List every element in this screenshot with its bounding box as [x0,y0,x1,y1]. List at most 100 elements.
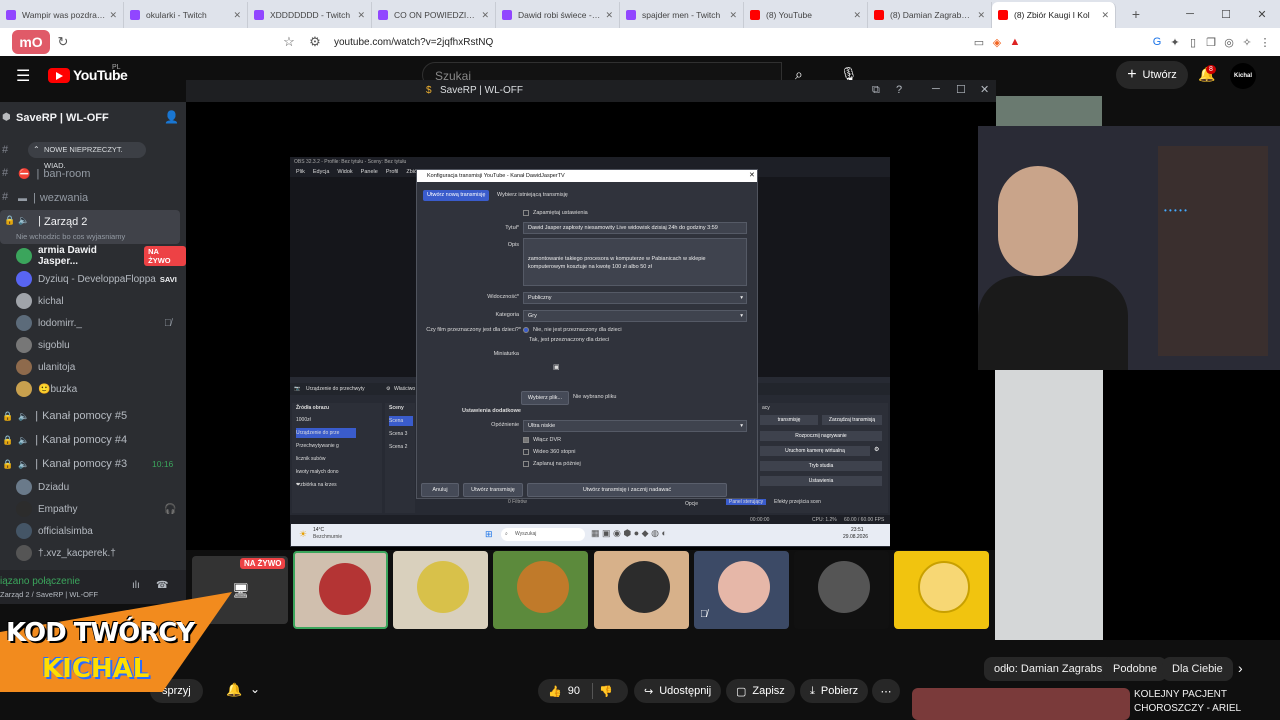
menu-icon[interactable]: ⋮ [1256,36,1274,49]
voice-user[interactable]: Dziadu [0,476,186,498]
bell-icon[interactable]: 🔔 [226,682,242,698]
channel-wezwania[interactable]: ▬ | wezwania [0,187,186,209]
browser-tab[interactable]: (8) YouTube ✕ [744,2,868,28]
cast-icon[interactable]: ▭ [970,36,988,49]
dock-tab[interactable]: Efekty przejścia scen [774,499,821,505]
invite-icon[interactable]: 👤 [164,110,179,124]
site-info-icon[interactable]: ⚙ [302,34,328,50]
screen-share-icon[interactable]: ⧉ [872,84,880,97]
brave-shield-icon[interactable]: ◈ [988,36,1006,49]
voice-channel[interactable]: 🔒 🔈 | Kanał pomocy #3 10:16 [0,453,186,475]
translate-icon[interactable]: G [1148,36,1166,48]
scene-item[interactable]: Scena [389,416,413,426]
chevron-down-icon[interactable]: ⌄ [250,682,260,696]
minimize-icon[interactable]: ─ [1172,8,1208,20]
kids-no-radio[interactable]: Nie, nie jest przeznaczony dla dzieci [523,327,622,333]
save-button[interactable]: ▢ Zapisz [726,679,795,703]
chevron-right-icon[interactable]: › [1238,660,1243,676]
voice-user[interactable]: armia Dawid Jasper... NA ŻYWO [0,245,186,267]
close-icon[interactable]: ✕ [853,10,861,21]
visibility-select[interactable]: Publiczny ▾ [523,292,747,304]
windows-start-icon[interactable]: ⊞ [485,529,493,540]
leo-icon[interactable]: ✧ [1238,36,1256,49]
share-button[interactable]: ↪ Udostępnij [634,679,722,703]
related-title[interactable]: CHOROSZCZY - ARIEL [1134,703,1241,714]
menu-item[interactable]: Edycja [313,167,330,177]
menu-item[interactable]: Profil [386,167,399,177]
thumbs-down-icon[interactable]: 👎 [599,685,613,698]
youtube-logo-icon[interactable] [48,68,70,83]
browser-tab-active[interactable]: (8) Zbiór Kaugi I Kol ✕ [992,2,1116,28]
description-input[interactable]: zamontowanie takiego procesora w kompute… [523,238,747,286]
like-button[interactable]: 👍 90 👎 [538,679,628,703]
voice-channel[interactable]: 🔒 🔈 | Kanał pomocy #4 [0,429,186,451]
close-icon[interactable]: ✕ [605,10,613,21]
video-360-checkbox[interactable]: Wideo 360 stopni [523,449,576,455]
record-button[interactable]: Rozpocznij nagrywanie [760,431,882,441]
download-button[interactable]: ⤓ Pobierz [800,679,869,703]
participant-tile[interactable] [293,551,388,629]
gear-icon[interactable]: ⚙ [874,446,879,453]
close-window-icon[interactable]: ✕ [1244,8,1280,21]
browser-tab[interactable]: Dawid robi świece - Twit ✕ [496,2,620,28]
create-and-start-button[interactable]: Utwórz transmisję i zacznij nadawać [527,483,727,497]
menu-item[interactable]: Plik [296,167,305,177]
studio-mode-button[interactable]: Tryb studia [760,461,882,471]
voice-user[interactable]: kichal [0,290,186,312]
title-input[interactable]: Dawid Jasper zapłosty niesamowity Live w… [523,222,747,234]
virtual-camera-button[interactable]: Uruchom kamerę wirtualną [760,446,870,456]
bookmark-icon[interactable]: ☆ [276,34,302,50]
close-icon[interactable]: ✕ [481,10,489,21]
tab-new-stream[interactable]: Utwórz nową transmisję [423,190,490,201]
voice-channel[interactable]: 🔒 🔈 | Kanał pomocy #5 [0,405,186,427]
voice-user[interactable]: ulanitoja [0,356,186,378]
close-icon[interactable]: ✕ [977,10,985,21]
voice-user[interactable]: sigoblu [0,334,186,356]
participant-tile[interactable] [594,551,689,629]
help-icon[interactable]: ? [896,84,902,96]
close-icon[interactable]: ✕ [233,10,241,21]
source-item[interactable]: kwoty małych dono [296,467,339,477]
close-icon[interactable]: ✕ [109,10,117,21]
settings-button[interactable]: Ustawienia [760,476,882,486]
source-item[interactable]: Urządzenie do prze [296,428,356,438]
participant-tile[interactable] [894,551,989,629]
kids-yes-radio[interactable]: Tak, jest przeznaczony dla dzieci [529,337,609,343]
maximize-icon[interactable]: ☐ [956,83,966,96]
more-actions-button[interactable]: ⋯ [872,679,900,703]
avatar[interactable]: Kichal [1230,63,1256,89]
vpn-icon[interactable]: ◎ [1220,36,1238,49]
taskbar-search[interactable]: ⌕ Wyszukaj [501,528,585,541]
url-field[interactable]: youtube.com/watch?v=2jqfhxRstNQ [334,37,493,48]
browser-tab[interactable]: CO ON POWIEDZIAŁ XDD✕ [372,2,496,28]
gear-icon[interactable]: ⚙ [386,383,390,395]
menu-item[interactable]: Panele [361,167,378,177]
maximize-icon[interactable]: ☐ [1208,8,1244,21]
sidebar-icon[interactable]: ▯ [1184,36,1202,49]
chip[interactable]: Podobne [1103,657,1168,681]
chevron-down-icon[interactable]: ⌄ [100,111,108,122]
close-icon[interactable]: ✕ [1101,10,1109,21]
extensions-icon[interactable]: ✦ [1166,36,1184,49]
browser-tab[interactable]: spajder men - Twitch ✕ [620,2,744,28]
channel-ban-room[interactable]: ⛔ | ban-room [0,163,186,185]
participant-tile[interactable] [794,551,889,629]
source-item[interactable]: ❤zbiórka na krzes [296,480,337,490]
menu-item[interactable]: Widok [337,167,352,177]
source-item[interactable]: licznik subów [296,454,325,464]
chip[interactable]: odło: Damian Zagrabski [984,657,1121,681]
new-tab-button[interactable]: + [1126,6,1146,22]
browser-tab[interactable]: okularki - Twitch ✕ [124,2,248,28]
scene-item[interactable]: Scena 2 [389,442,407,452]
close-icon[interactable]: ✕ [749,171,755,179]
server-name[interactable]: SaveRP | WL-OFF [16,112,109,124]
category-select[interactable]: Gry ▾ [523,310,747,322]
source-item[interactable]: Przechwytywanie g [296,441,339,451]
minimize-icon[interactable]: ─ [932,83,940,95]
new-messages-badge[interactable]: ⌃ NOWE NIEPRZECZYT. WIAD. [28,142,146,170]
rewards-icon[interactable]: ▲ [1006,36,1024,48]
participant-tile[interactable]: 🎙̸ [694,551,789,629]
chip[interactable]: Dla Ciebie [1162,657,1233,681]
start-stream-button[interactable]: transmisję [760,415,818,425]
voice-user[interactable]: lodomirr._ 🎙̸ [0,312,186,334]
